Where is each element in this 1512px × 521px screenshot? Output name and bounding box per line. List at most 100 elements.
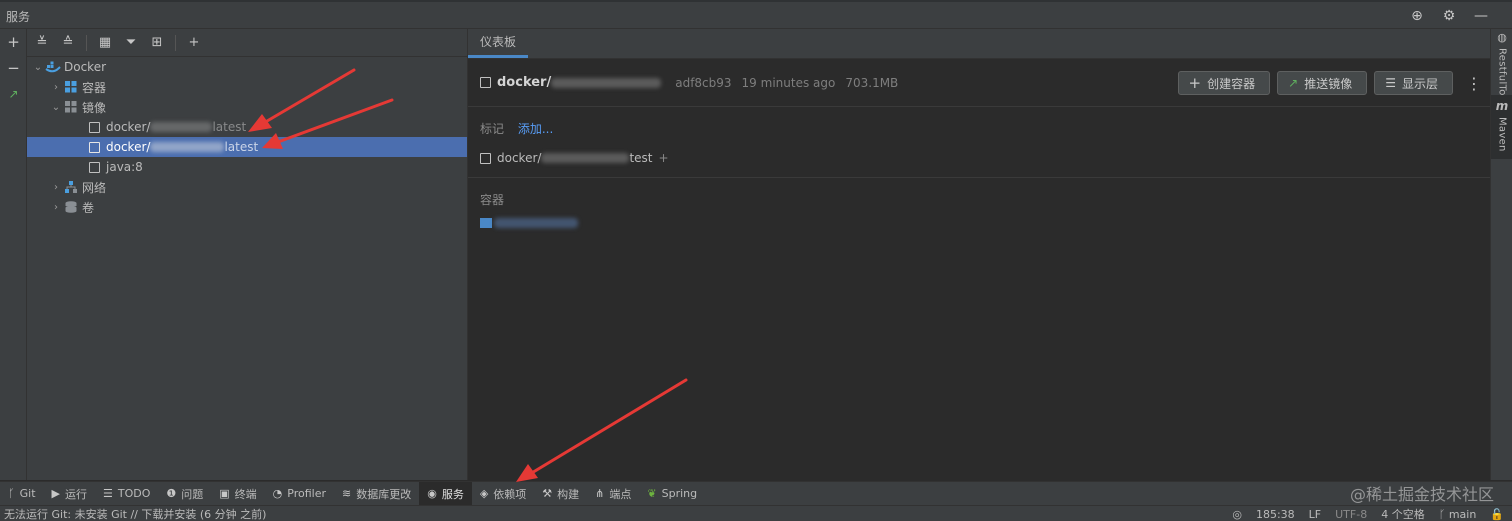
- status-widgets: ◎ 185:38 LF UTF-8 4 个空格 ᚴ main 🔓: [1232, 506, 1504, 521]
- status-message[interactable]: 无法运行 Git: 未安装 Git // 下载并安装 (6 分钟 之前): [4, 506, 266, 521]
- image-name: docker/: [497, 75, 662, 90]
- tool-todo[interactable]: ☰ TODO: [95, 482, 158, 506]
- right-tool-strip: ◍ RestfulTool m Maven: [1490, 29, 1512, 480]
- tool-services[interactable]: ◉ 服务: [419, 481, 472, 506]
- tab-maven[interactable]: m Maven: [1491, 95, 1512, 159]
- tool-profiler[interactable]: ◔ Profiler: [265, 482, 334, 506]
- git-branch-icon: ᚴ: [8, 487, 15, 500]
- tool-terminal[interactable]: ▣ 终端: [211, 482, 264, 506]
- toolbar-separator: [175, 34, 176, 51]
- restfultool-icon: ◍: [1497, 31, 1507, 44]
- build-hammer-icon: ⚒: [542, 487, 553, 500]
- run-icon: ▶: [51, 487, 60, 500]
- terminal-icon: ▣: [219, 487, 230, 500]
- tree-node-image-2[interactable]: docker/ latest: [27, 137, 467, 157]
- button-label: 推送镜像: [1304, 76, 1353, 91]
- chevron-right-icon[interactable]: ›: [49, 182, 63, 193]
- add-icon[interactable]: +: [183, 32, 205, 54]
- toolbar-separator: [86, 34, 87, 51]
- tool-build[interactable]: ⚒ 构建: [534, 482, 587, 506]
- tool-label: TODO: [117, 487, 151, 500]
- indent-setting[interactable]: 4 个空格: [1381, 506, 1425, 521]
- tool-git[interactable]: ᚴ Git: [0, 482, 44, 506]
- expand-icon[interactable]: ↗: [0, 81, 27, 107]
- detail-tabs: 仪表板: [468, 29, 1490, 59]
- chevron-down-icon[interactable]: ⌄: [31, 62, 45, 73]
- tree-node-docker[interactable]: ⌄ Docker: [27, 57, 467, 77]
- tree-node-label: 容器: [82, 80, 107, 95]
- tool-endpoints[interactable]: ⋔ 端点: [587, 482, 639, 506]
- tree-node-label: 网络: [82, 180, 107, 195]
- collapse-all-icon[interactable]: ≙: [57, 32, 79, 54]
- button-label: 创建容器: [1207, 76, 1256, 91]
- container-item[interactable]: [480, 218, 1478, 228]
- services-tree: ⌄ Docker › 容器 ⌄ 镜像 docker/ latest docker…: [27, 57, 467, 217]
- tab-dashboard[interactable]: 仪表板: [468, 28, 529, 58]
- volume-stack-icon: [63, 200, 79, 214]
- tool-dependencies[interactable]: ◈ 依赖项: [472, 482, 534, 506]
- image-size: 703.1MB: [845, 75, 899, 90]
- tree-node-volumes[interactable]: › 卷: [27, 197, 467, 217]
- add-icon[interactable]: +: [0, 29, 27, 55]
- gear-icon[interactable]: ⚙: [1438, 5, 1460, 27]
- expand-all-icon[interactable]: ≚: [31, 32, 53, 54]
- images-icon: [63, 100, 79, 114]
- chevron-down-icon[interactable]: ⌄: [49, 102, 63, 113]
- add-tag-icon[interactable]: +: [658, 151, 668, 165]
- button-label: 显示层: [1401, 76, 1438, 91]
- profiler-icon: ◔: [272, 487, 283, 500]
- branch-name: main: [1448, 507, 1477, 521]
- tab-label: Maven: [1496, 117, 1508, 152]
- container-icon: [480, 218, 492, 228]
- services-icon: ◉: [427, 487, 437, 500]
- image-header: docker/ adf8cb93 19 minutes ago 703.1MB …: [468, 59, 1490, 107]
- copilot-icon[interactable]: ◎: [1232, 508, 1242, 521]
- tool-problems[interactable]: ❶ 问题: [158, 482, 211, 506]
- redacted-text: [541, 153, 630, 163]
- redacted-text: [551, 77, 662, 88]
- window-title: 服务: [6, 10, 31, 24]
- tool-database-changes[interactable]: ≋ 数据库更改: [334, 482, 419, 506]
- line-separator[interactable]: LF: [1309, 508, 1321, 521]
- tree-node-containers[interactable]: › 容器: [27, 77, 467, 97]
- chevron-right-icon[interactable]: ›: [49, 202, 63, 213]
- crosshair-icon[interactable]: ⊕: [1406, 5, 1428, 27]
- tool-spring[interactable]: ❦ Spring: [639, 482, 705, 506]
- push-image-button[interactable]: ↗ 推送镜像: [1277, 71, 1368, 95]
- tree-node-image-3[interactable]: java:8: [27, 157, 467, 177]
- tree-node-networks[interactable]: › 网络: [27, 177, 467, 197]
- file-encoding[interactable]: UTF-8: [1335, 508, 1367, 521]
- show-layers-button[interactable]: ☰ 显示层: [1374, 71, 1453, 95]
- tool-run[interactable]: ▶ 运行: [44, 482, 95, 506]
- tree-node-images[interactable]: ⌄ 镜像: [27, 97, 467, 117]
- tree-node-label: 卷: [82, 200, 95, 215]
- push-arrow-icon: ↗: [1288, 76, 1299, 90]
- docker-whale-icon: [45, 60, 61, 74]
- jump-to-source-icon[interactable]: ⊞: [146, 32, 168, 54]
- group-icon[interactable]: ▦: [94, 32, 116, 54]
- caret-position[interactable]: 185:38: [1256, 508, 1295, 521]
- endpoints-icon: ⋔: [595, 487, 605, 500]
- detail-panel: 仪表板 docker/ adf8cb93 19 minutes ago 703.…: [468, 29, 1490, 480]
- tool-label: 依赖项: [493, 487, 527, 501]
- tool-label: Profiler: [287, 487, 326, 500]
- minimize-icon[interactable]: —: [1470, 5, 1492, 27]
- branch-icon: ᚴ: [1438, 507, 1449, 521]
- tree-node-image-1[interactable]: docker/ latest: [27, 117, 467, 137]
- image-name-label: java:8: [106, 160, 143, 174]
- image-checkbox-icon: [89, 121, 100, 133]
- redacted-text: [150, 122, 213, 132]
- redacted-text: [150, 142, 225, 152]
- chevron-right-icon[interactable]: ›: [49, 82, 63, 93]
- create-container-button[interactable]: + 创建容器: [1177, 71, 1271, 95]
- remove-icon[interactable]: −: [0, 55, 27, 81]
- image-checkbox-icon: [89, 161, 100, 173]
- git-branch[interactable]: ᚴ main: [1439, 508, 1477, 521]
- add-tag-link[interactable]: 添加...: [518, 122, 553, 136]
- filter-icon[interactable]: ⏷: [120, 32, 142, 54]
- tool-label: 端点: [609, 487, 632, 501]
- lock-icon[interactable]: 🔓: [1490, 508, 1504, 521]
- left-action-strip: + − ↗: [0, 29, 27, 480]
- more-options-icon[interactable]: ⋮: [1466, 74, 1482, 93]
- problems-icon: ❶: [166, 487, 177, 500]
